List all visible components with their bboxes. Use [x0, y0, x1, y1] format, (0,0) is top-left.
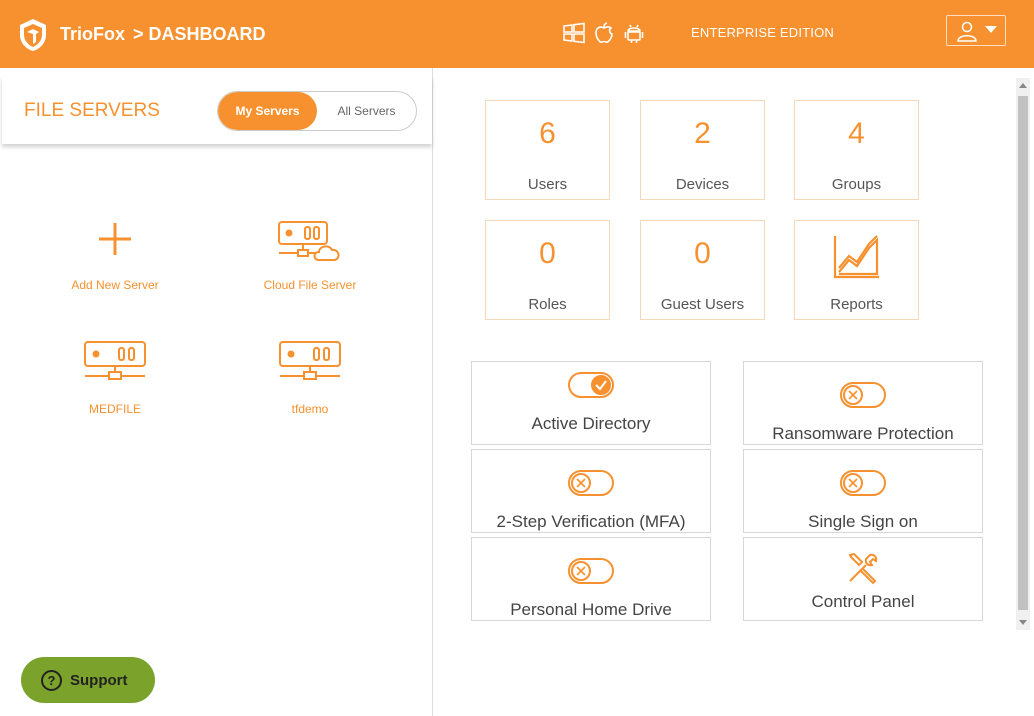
user-icon [957, 21, 977, 42]
chart-icon [833, 235, 879, 279]
file-servers-panel: FILE SERVERS My Servers All Servers Add … [0, 68, 433, 716]
cloud-server-icon [278, 221, 340, 261]
triofox-shield-logo-icon[interactable] [18, 18, 48, 52]
scrollbar-thumb[interactable] [1018, 96, 1028, 610]
stat-value: 0 [539, 237, 556, 270]
active-directory-tile[interactable]: Active Directory [471, 361, 711, 445]
stat-label: Roles [528, 296, 567, 313]
check-icon [591, 375, 611, 395]
personal-home-drive-tile[interactable]: Personal Home Drive [471, 537, 711, 621]
top-bar: TrioFox > DASHBOARD ENTERPRISE EDITION [0, 0, 1034, 68]
brand-name[interactable]: TrioFox [60, 24, 125, 45]
scroll-up-arrow-icon[interactable] [1019, 83, 1027, 88]
all-servers-tab[interactable]: All Servers [317, 92, 416, 130]
reports-tile[interactable]: Reports [794, 220, 919, 320]
windows-icon[interactable] [562, 21, 586, 45]
chevron-down-icon [985, 26, 997, 33]
toggle-off-icon[interactable] [568, 558, 614, 584]
control-panel-tile[interactable]: Control Panel [743, 537, 983, 621]
edition-label: ENTERPRISE EDITION [691, 25, 835, 40]
stat-value: 6 [539, 117, 556, 150]
stat-roles-tile[interactable]: 0 Roles [485, 220, 610, 320]
support-label: Support [70, 671, 128, 689]
platform-icons [562, 21, 646, 45]
stat-devices-tile[interactable]: 2 Devices [640, 100, 765, 200]
cloud-file-server-label: Cloud File Server [263, 278, 357, 292]
stat-value: 4 [848, 117, 865, 150]
feature-label: 2-Step Verification (MFA) [496, 512, 686, 531]
stat-label: Reports [830, 296, 883, 313]
x-circle-icon [843, 385, 863, 405]
toggle-off-icon[interactable] [568, 470, 614, 496]
android-icon[interactable] [622, 21, 646, 45]
server-label: MEDFILE [88, 402, 141, 416]
server-icon [279, 341, 341, 380]
tools-icon [848, 552, 878, 585]
add-new-server-tile[interactable]: Add New Server [50, 218, 180, 292]
feature-label: Control Panel [811, 592, 915, 611]
feature-label: Personal Home Drive [510, 600, 672, 619]
server-label: tfdemo [291, 402, 329, 416]
stat-value: 0 [694, 237, 711, 270]
file-servers-header: FILE SERVERS My Servers All Servers [2, 76, 432, 144]
add-new-server-label: Add New Server [71, 278, 159, 292]
feature-label: Active Directory [531, 414, 651, 433]
stat-label: Devices [675, 176, 730, 193]
apple-icon[interactable] [592, 21, 616, 45]
server-filter-toggle: My Servers All Servers [217, 91, 417, 131]
stat-users-tile[interactable]: 6 Users [485, 100, 610, 200]
stat-label: Guest Users [660, 296, 745, 313]
stat-guest-users-tile[interactable]: 0 Guest Users [640, 220, 765, 320]
server-tile-tfdemo[interactable]: tfdemo [245, 341, 375, 416]
toggle-on-icon[interactable] [568, 372, 614, 398]
stat-label: Groups [831, 176, 882, 193]
file-servers-title: FILE SERVERS [24, 100, 160, 121]
two-step-verification-tile[interactable]: 2-Step Verification (MFA) [471, 449, 711, 533]
user-menu-button[interactable] [946, 15, 1006, 46]
stat-value: 2 [694, 117, 711, 150]
server-tile-medfile[interactable]: MEDFILE [50, 341, 180, 416]
question-icon: ? [41, 669, 62, 691]
scroll-down-arrow-icon[interactable] [1019, 620, 1027, 625]
my-servers-tab[interactable]: My Servers [218, 92, 317, 130]
support-button[interactable]: ? Support [21, 657, 155, 703]
toggle-off-icon[interactable] [840, 382, 886, 408]
single-sign-on-tile[interactable]: Single Sign on [743, 449, 983, 533]
x-circle-icon [571, 561, 591, 581]
plus-icon [99, 223, 131, 255]
feature-label: Single Sign on [808, 512, 918, 531]
breadcrumb: > DASHBOARD [133, 24, 266, 44]
toggle-off-icon[interactable] [840, 470, 886, 496]
stat-groups-tile[interactable]: 4 Groups [794, 100, 919, 200]
server-icon [84, 341, 146, 380]
cloud-file-server-tile[interactable]: Cloud File Server [245, 218, 375, 292]
vertical-scrollbar[interactable] [1016, 78, 1030, 630]
x-circle-icon [571, 473, 591, 493]
stat-label: Users [527, 176, 568, 193]
x-circle-icon [843, 473, 863, 493]
feature-label: Ransomware Protection [772, 424, 954, 443]
ransomware-protection-tile[interactable]: Ransomware Protection [743, 361, 983, 445]
